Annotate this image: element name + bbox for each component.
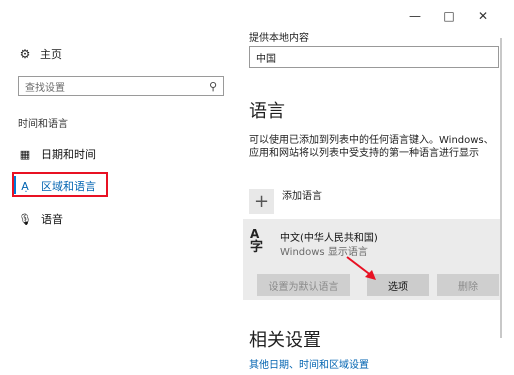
calendar-clock-icon: ▦	[19, 147, 31, 161]
language-glyph-icon: A 字	[250, 227, 264, 255]
sidebar: ⚙ 主页 查找设置 ⚲ 时间和语言 ▦ 日期和时间 А̣ 区域和语言 🎙︎ 语音	[0, 0, 232, 375]
sidebar-item-speech[interactable]: 🎙︎ 语音	[18, 211, 63, 227]
sidebar-home[interactable]: ⚙ 主页	[18, 46, 62, 62]
annotation-arrow-icon	[346, 256, 376, 280]
related-settings-heading: 相关设置	[249, 330, 321, 351]
sidebar-item-label: 语音	[41, 213, 63, 226]
plus-icon: +	[249, 189, 274, 214]
set-default-button[interactable]: 设置为默认语言	[257, 274, 350, 296]
language-description: 可以使用已添加到列表中的任何语言键入。Windows、应用和网站将以列表中受支持…	[249, 135, 494, 159]
country-select[interactable]: 中国	[249, 46, 499, 68]
main-panel: 提供本地内容 中国 语言 可以使用已添加到列表中的任何语言键入。Windows、…	[232, 0, 514, 375]
highlight-box	[12, 172, 108, 197]
microphone-icon: 🎙︎	[18, 212, 32, 226]
country-label: 提供本地内容	[249, 33, 309, 44]
language-name: 中文(中华人民共和国)	[280, 233, 378, 244]
search-placeholder: 查找设置	[25, 82, 65, 94]
sidebar-item-date-time[interactable]: ▦ 日期和时间	[18, 146, 96, 162]
remove-button[interactable]: 删除	[437, 274, 499, 296]
country-value: 中国	[256, 53, 276, 65]
search-icon[interactable]: ⚲	[209, 80, 217, 93]
other-date-time-region-link[interactable]: 其他日期、时间和区域设置	[249, 356, 369, 371]
add-language-button[interactable]: + 添加语言	[249, 185, 322, 214]
gear-icon: ⚙	[19, 47, 31, 61]
sidebar-section-label: 时间和语言	[18, 119, 68, 130]
language-heading: 语言	[249, 101, 285, 122]
add-language-label: 添加语言	[282, 191, 322, 202]
search-input[interactable]: 查找设置 ⚲	[18, 76, 224, 96]
scrollbar[interactable]	[500, 38, 502, 338]
sidebar-item-label: 日期和时间	[41, 148, 96, 161]
sidebar-home-label: 主页	[40, 48, 62, 61]
